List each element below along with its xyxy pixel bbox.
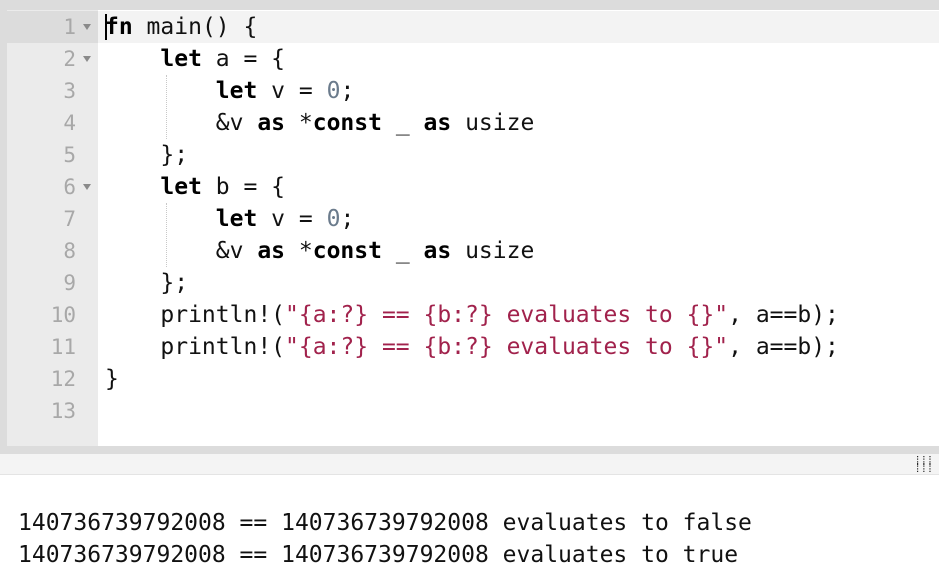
code-line-11[interactable]: println!("{a:?} == {b:?} evaluates to {}…	[105, 331, 839, 363]
code-token: }	[105, 366, 119, 392]
line-number-label: 11	[50, 335, 76, 359]
line-number-label: 3	[63, 79, 76, 103]
code-token: let	[160, 46, 202, 72]
code-line-9[interactable]: };	[105, 267, 188, 299]
code-line-2[interactable]: let a = {	[105, 43, 285, 75]
code-token: as	[257, 110, 286, 136]
code-token: ;	[340, 206, 355, 232]
code-token: println!(	[105, 302, 286, 328]
code-token: 0	[326, 206, 341, 232]
resize-grip-icon[interactable]: ⁞⁞⁞ ⁞⁞⁞	[914, 455, 936, 474]
code-token: println!(	[105, 334, 286, 360]
code-line-6[interactable]: let b = {	[105, 171, 285, 203]
code-token: *	[285, 110, 313, 136]
code-token: };	[105, 270, 189, 296]
code-token: ;	[340, 78, 355, 104]
code-line-1[interactable]: fn main() {	[105, 11, 257, 43]
code-token: as	[257, 238, 286, 264]
code-token: *	[285, 238, 313, 264]
code-editor[interactable]: 1 2 3 4 5 6 7 8 9 10 11 12 13 fn main() { let a = { …	[0, 0, 939, 453]
code-token: &v	[105, 110, 258, 136]
code-token: let	[160, 174, 202, 200]
pane-resize-bar[interactable]	[0, 453, 939, 474]
output-panel: 140736739792008 == 140736739792008 evalu…	[0, 474, 939, 587]
code-token: };	[105, 142, 189, 168]
line-number-label: 1	[63, 15, 76, 39]
code-line-5[interactable]: };	[105, 139, 188, 171]
line-number-5: 5	[7, 139, 98, 171]
code-line-7[interactable]: let v = 0;	[105, 203, 355, 235]
code-line-4[interactable]: &v as *const _ as usize	[105, 107, 535, 139]
output-line-1: 140736739792008 == 140736739792008 evalu…	[18, 510, 752, 536]
line-number-11: 11	[7, 331, 98, 363]
code-token: usize	[451, 238, 535, 264]
code-token: , a==b);	[728, 334, 839, 360]
code-line-3[interactable]: let v = 0;	[105, 75, 355, 107]
code-token: usize	[451, 110, 535, 136]
line-number-label: 4	[63, 111, 76, 135]
fold-arrow-icon[interactable]	[83, 56, 91, 62]
code-line-12[interactable]: }	[105, 363, 119, 395]
line-number-label: 12	[50, 367, 76, 391]
code-token: _	[381, 238, 424, 264]
output-line-2: 140736739792008 == 140736739792008 evalu…	[18, 542, 739, 568]
line-number-2: 2	[7, 43, 98, 75]
line-number-12: 12	[7, 363, 98, 395]
code-token: const	[312, 110, 382, 136]
line-number-label: 10	[50, 303, 76, 327]
line-number-9: 9	[7, 267, 98, 299]
line-number-label: 6	[63, 175, 76, 199]
code-token: let	[215, 206, 258, 232]
line-number-label: 8	[63, 239, 76, 263]
code-token: const	[312, 238, 382, 264]
text-cursor	[105, 14, 107, 40]
code-token: &v	[105, 238, 258, 264]
code-line-8[interactable]: &v as *const _ as usize	[105, 235, 535, 267]
code-token: v =	[257, 78, 327, 104]
line-number-13: 13	[7, 395, 98, 427]
code-token: , a==b);	[728, 302, 839, 328]
fold-arrow-icon[interactable]	[83, 184, 91, 190]
code-token: "{a:?} == {b:?} evaluates to {}"	[285, 334, 729, 360]
code-token: as	[423, 238, 452, 264]
line-number-4: 4	[7, 107, 98, 139]
fold-arrow-icon[interactable]	[83, 24, 91, 30]
code-token: "{a:?} == {b:?} evaluates to {}"	[285, 302, 729, 328]
code-line-10[interactable]: println!("{a:?} == {b:?} evaluates to {}…	[105, 299, 839, 331]
line-number-label: 5	[63, 143, 76, 167]
line-number-label: 7	[63, 207, 76, 231]
code-token: _	[381, 110, 424, 136]
code-token: main() {	[132, 14, 258, 40]
code-token: fn	[105, 14, 133, 40]
line-number-label: 13	[50, 399, 76, 423]
line-number-10: 10	[7, 299, 98, 331]
line-number-3: 3	[7, 75, 98, 107]
code-token: a = {	[201, 46, 286, 72]
code-token: b = {	[201, 174, 286, 200]
code-token: v =	[257, 206, 327, 232]
code-token: 0	[326, 78, 341, 104]
code-token: as	[423, 110, 452, 136]
line-number-8: 8	[7, 235, 98, 267]
line-number-7: 7	[7, 203, 98, 235]
line-number-1: 1	[7, 11, 98, 43]
line-number-label: 9	[63, 271, 76, 295]
code-token: let	[215, 78, 258, 104]
line-number-6: 6	[7, 171, 98, 203]
line-number-label: 2	[63, 47, 76, 71]
